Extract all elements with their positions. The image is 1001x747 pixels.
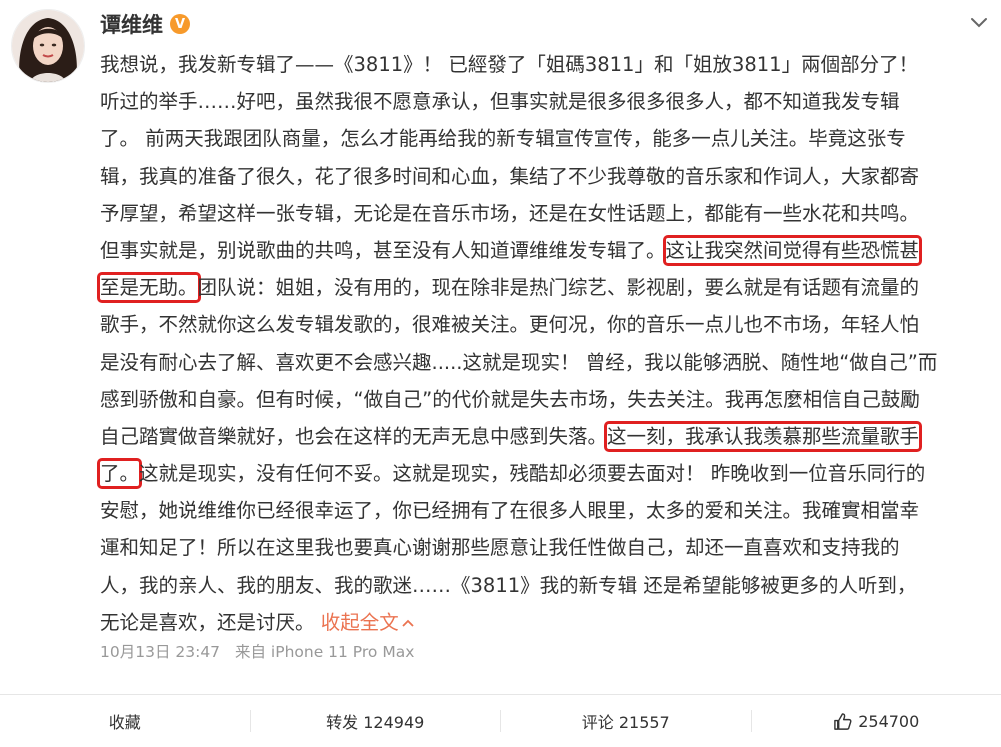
post-line: 辑，我真的准备了很久，花了很多时间和心血，集结了不少我尊敬的音乐家和作词人，大家… [100,164,920,188]
comment-button[interactable]: 评论 21557 [501,709,751,733]
album-topic-text: 《3811》 [451,573,540,597]
repost-button[interactable]: 转发 124949 [251,709,501,733]
like-button[interactable]: 254700 [752,712,1001,731]
post-line: 運和知足了！所以在这里我也要真心谢谢那些愿意让我任性做自己，却还一直喜欢和支持我… [100,536,900,560]
post-text: 我想说，我发新专辑了——《3811》！ 已經發了「姐碼3811」和「姐放3811… [97,46,990,641]
post-line: 了。 前两天我跟团队商量，怎么才能再给我的新专辑宣传宣传，能多一点儿关注。毕竟这… [100,127,906,151]
favorite-button[interactable]: 收藏 [0,709,250,733]
avatar[interactable] [11,9,85,83]
chevron-down-icon[interactable] [969,13,989,33]
post-line: 至是无助。团队说：姐姐，没有用的，现在除非是热门综艺、影视剧，要么就是有话题有流… [97,269,990,306]
action-bar: 收藏 转发 124949 评论 21557 254700 [0,695,1001,747]
highlight-box: 了。 [97,458,143,490]
post-line: 是没有耐心去了解、喜欢更不会感兴趣.....这就是现实！ 曾经，我以能够洒脱、随… [100,350,938,374]
post-meta: 10月13日 23:47 来自 iPhone 11 Pro Max [100,640,414,662]
post-timestamp[interactable]: 10月13日 23:47 [100,643,220,661]
highlight-box: 这让我突然间觉得有些恐慌甚 [662,234,923,266]
user-name[interactable]: 谭维维 [100,9,163,39]
chevron-up-icon [402,620,414,627]
post-line: 安慰，她说维维你已经很幸运了，你已经拥有了在很多人眼里，太多的爱和关注。我確實相… [100,499,920,523]
avatar-image [12,10,84,82]
post-source: 来自 iPhone 11 Pro Max [234,643,415,661]
post-line: 感到骄傲和自豪。但有时候，“做自己”的代价就是失去市场，失去关注。我再怎麼相信自… [100,387,920,411]
post-line: 但事实就是，别说歌曲的共鸣，甚至没有人知道谭维维发专辑了。这让我突然间觉得有些恐… [100,232,990,269]
highlight-box: 至是无助。 [97,272,201,304]
verified-badge-icon: V [170,14,190,34]
highlight-box: 这一刻，我承认我羡慕那些流量歌手 [604,420,923,452]
post-line: 了。这就是现实，没有任何不妥。这就是现实，残酷却必须要去面对！ 昨晚收到一位音乐… [97,455,990,492]
thumbs-up-icon [834,712,852,730]
user-name-row: 谭维维 V [100,9,190,39]
post-line: 无论是喜欢，还是讨厌。 收起全文 [100,604,990,641]
collapse-full-text-link[interactable]: 收起全文 [321,611,415,634]
post-line: 予厚望，希望这样一张专辑，无论是在音乐市场，还是在女性话题上，都能有一些水花和共… [100,201,920,225]
post-line: 我想说，我发新专辑了——《3811》！ 已經發了「姐碼3811」和「姐放3811… [100,53,919,76]
post-line: 歌手，不然就你这么发专辑发歌的，很难被关注。更何况，你的音乐一点儿也不市场，年轻… [100,313,920,337]
post-line: 听过的举手……好吧，虽然我很不愿意承认，但事实就是很多很多很多人，都不知道我发专… [100,90,900,114]
post-line: 自己踏實做音樂就好，也会在这样的无声无息中感到失落。这一刻，我承认我羡慕那些流量… [100,418,990,455]
post-line: 人，我的亲人、我的朋友、我的歌迷……《3811》我的新专辑 还是希望能够被更多的… [100,573,917,597]
